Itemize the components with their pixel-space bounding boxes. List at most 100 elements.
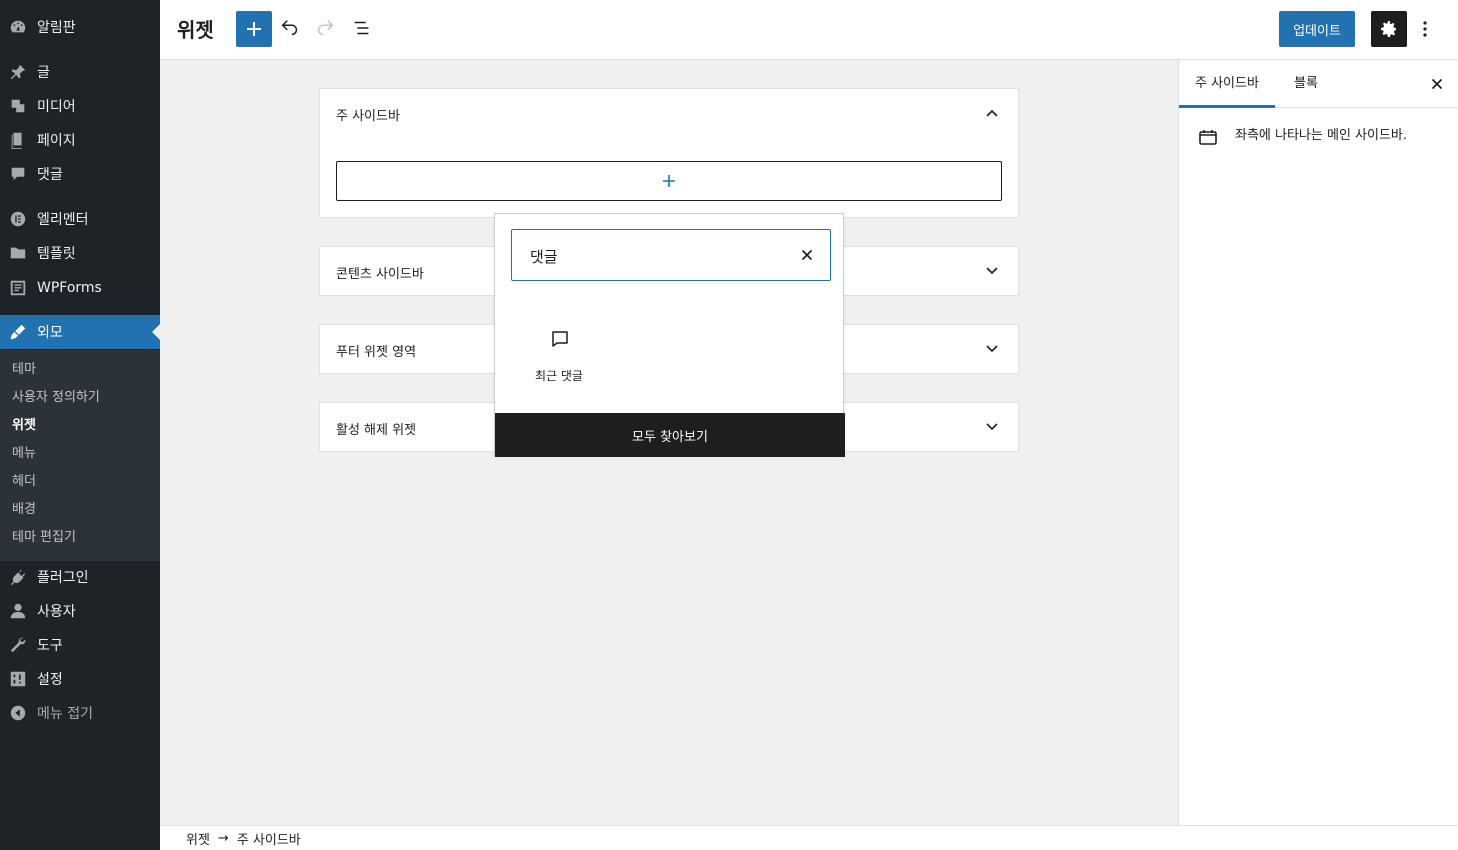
menu-label: 플러그인 xyxy=(37,570,89,586)
menu-item-appearance[interactable]: 외모 xyxy=(0,315,160,349)
sidebar-tabs: 주 사이드바 블록 xyxy=(1179,60,1458,108)
user-icon xyxy=(8,601,28,621)
forms-icon xyxy=(8,278,28,298)
settings-sidebar: 주 사이드바 블록 좌측에 나타나는 메인 사이드바. xyxy=(1178,60,1458,825)
widget-area-title: 푸터 위젯 영역 xyxy=(336,345,417,360)
breadcrumb-current[interactable]: 주 사이드바 xyxy=(237,829,301,848)
comment-icon xyxy=(552,331,568,347)
chevron-down-icon xyxy=(986,267,998,275)
menu-item-comments[interactable]: 댓글 xyxy=(0,157,160,191)
submenu-item-background[interactable]: 배경 xyxy=(12,500,36,520)
menu-label: 도구 xyxy=(37,638,63,654)
breadcrumb-root[interactable]: 위젯 xyxy=(186,829,210,848)
expand-toggle[interactable] xyxy=(982,417,1002,437)
list-view-icon xyxy=(354,21,369,35)
widget-area-icon xyxy=(1199,130,1217,145)
block-appender-button[interactable] xyxy=(336,161,1002,201)
quick-inserter-popover: 댓글 최근 댓글 모두 찾아보기 xyxy=(494,213,845,457)
brush-icon xyxy=(8,322,28,342)
plus-icon xyxy=(663,175,675,187)
list-view-button[interactable] xyxy=(348,14,376,42)
page-title: 위젯 xyxy=(177,18,214,42)
search-value: 댓글 xyxy=(530,248,558,266)
comment-icon xyxy=(8,164,28,184)
more-options-button[interactable] xyxy=(1413,14,1437,44)
menu-item-users[interactable]: 사용자 xyxy=(0,594,160,628)
menu-label: 사용자 xyxy=(37,604,76,620)
tab-widget-area[interactable]: 주 사이드바 xyxy=(1179,60,1275,108)
gear-icon xyxy=(1381,21,1396,37)
block-result-label: 최근 댓글 xyxy=(535,369,583,383)
tab-block[interactable]: 블록 xyxy=(1278,60,1334,108)
breadcrumb: 위젯 → 주 사이드바 xyxy=(160,825,1458,850)
collapse-toggle[interactable] xyxy=(982,103,1002,123)
wrench-icon xyxy=(8,635,28,655)
redo-icon xyxy=(317,20,334,36)
menu-item-wpforms[interactable]: WPForms xyxy=(0,271,160,305)
menu-label: 메뉴 접기 xyxy=(37,706,93,722)
admin-sidebar: 알림판 글 미디어 페이지 댓글 엘리멘터 템플릿 WPForms 외모 테마 … xyxy=(0,0,160,850)
menu-item-posts[interactable]: 글 xyxy=(0,55,160,89)
widget-area-title[interactable]: 주 사이드바 xyxy=(336,105,400,124)
chevron-down-icon xyxy=(986,345,998,353)
plus-icon xyxy=(247,22,261,36)
block-result-latest-comments[interactable]: 최근 댓글 xyxy=(519,324,599,388)
chevron-down-icon xyxy=(986,423,998,431)
more-vertical-icon xyxy=(1423,21,1427,37)
menu-label: 페이지 xyxy=(37,133,76,149)
editor-header: 위젯 업데이트 xyxy=(160,0,1458,60)
menu-item-tools[interactable]: 도구 xyxy=(0,628,160,662)
close-icon xyxy=(1431,78,1443,90)
settings-toggle-button[interactable] xyxy=(1371,11,1407,47)
collapse-icon xyxy=(8,703,28,723)
submenu-item-themes[interactable]: 테마 xyxy=(12,360,36,380)
expand-toggle[interactable] xyxy=(982,339,1002,359)
pin-icon xyxy=(8,62,28,82)
menu-label: 글 xyxy=(37,65,50,81)
menu-item-plugins[interactable]: 플러그인 xyxy=(0,560,160,594)
add-block-button[interactable] xyxy=(236,11,272,47)
menu-item-settings[interactable]: 설정 xyxy=(0,662,160,696)
browse-all-button[interactable]: 모두 찾아보기 xyxy=(495,413,845,457)
menu-item-elementor[interactable]: 엘리멘터 xyxy=(0,202,160,236)
menu-label: 외모 xyxy=(37,325,63,341)
menu-item-media[interactable]: 미디어 xyxy=(0,89,160,123)
dashboard-icon xyxy=(8,17,28,37)
menu-label: 알림판 xyxy=(37,20,76,36)
widget-area-primary: 주 사이드바 xyxy=(319,88,1019,218)
appearance-submenu: 테마 사용자 정의하기 위젯 메뉴 헤더 배경 테마 편집기 xyxy=(0,350,160,561)
folder-icon xyxy=(8,243,28,263)
submenu-item-header[interactable]: 헤더 xyxy=(12,472,36,492)
close-sidebar-button[interactable] xyxy=(1425,72,1449,96)
settings-icon xyxy=(8,669,28,689)
update-button[interactable]: 업데이트 xyxy=(1279,11,1355,47)
menu-label: WPForms xyxy=(37,280,102,296)
menu-label: 설정 xyxy=(37,672,63,688)
submenu-item-customize[interactable]: 사용자 정의하기 xyxy=(12,388,100,408)
block-search-input[interactable]: 댓글 xyxy=(511,229,831,281)
undo-icon xyxy=(281,20,298,36)
expand-toggle[interactable] xyxy=(982,261,1002,281)
plugin-icon xyxy=(8,567,28,587)
submenu-item-menus[interactable]: 메뉴 xyxy=(12,444,36,464)
widget-area-title: 활성 해제 위젯 xyxy=(336,423,417,438)
menu-item-dashboard[interactable]: 알림판 xyxy=(0,10,160,44)
submenu-item-theme-editor[interactable]: 테마 편집기 xyxy=(12,528,76,548)
undo-button[interactable] xyxy=(276,14,304,42)
menu-item-templates[interactable]: 템플릿 xyxy=(0,236,160,270)
menu-label: 엘리멘터 xyxy=(37,212,89,228)
page-icon xyxy=(8,130,28,150)
chevron-up-icon xyxy=(986,109,998,117)
breadcrumb-separator: → xyxy=(217,830,229,846)
menu-label: 템플릿 xyxy=(37,246,76,262)
clear-search-button[interactable] xyxy=(796,244,818,266)
menu-label: 댓글 xyxy=(37,167,63,183)
menu-item-collapse[interactable]: 메뉴 접기 xyxy=(0,696,160,730)
redo-button[interactable] xyxy=(311,14,339,42)
widget-area-description: 좌측에 나타나는 메인 사이드바. xyxy=(1235,128,1408,143)
elementor-icon xyxy=(8,209,28,229)
close-icon xyxy=(801,249,813,261)
media-icon xyxy=(8,96,28,116)
submenu-item-widgets[interactable]: 위젯 xyxy=(12,416,36,436)
menu-item-pages[interactable]: 페이지 xyxy=(0,123,160,157)
